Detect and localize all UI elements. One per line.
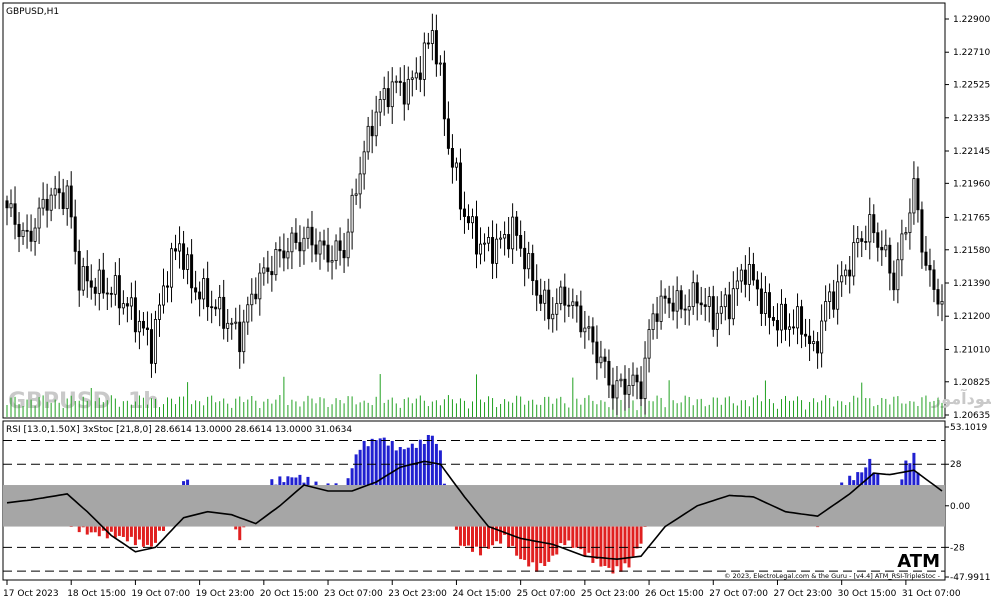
price-tick-label: 1.21200 xyxy=(953,312,990,322)
price-tick-label: 1.21765 xyxy=(953,213,990,223)
time-tick-label: 23 Oct 23:00 xyxy=(388,589,447,599)
price-tick-label: 1.21580 xyxy=(953,246,990,256)
time-tick-label: 26 Oct 15:00 xyxy=(645,589,704,599)
time-tick-label: 24 Oct 15:00 xyxy=(452,589,511,599)
price-tick-label: 1.20635 xyxy=(953,411,990,421)
time-tick-label: 27 Oct 23:00 xyxy=(773,589,832,599)
price-tick-label: 1.21010 xyxy=(953,345,990,355)
time-tick-label: 30 Oct 15:00 xyxy=(838,589,897,599)
price-axis: 1.22900 1.22710 1.22525 1.22335 1.22145 1.219… xyxy=(945,15,990,421)
indicator-tick-label: 28 xyxy=(950,460,962,470)
time-tick-label: 31 Oct 07:00 xyxy=(902,589,961,599)
price-tick-label: 1.22335 xyxy=(953,114,990,124)
time-axis: 17 Oct 2023 18 Oct 15:00 19 Oct 07:00 19 Oc… xyxy=(3,580,961,599)
mt4-chart[interactable]: GBPUSD 1h انتشار در سایت سودآموز 1.22900… xyxy=(0,0,991,605)
time-tick-label: 20 Oct 15:00 xyxy=(260,589,319,599)
indicator-tick-label: 53.1019 xyxy=(950,423,987,433)
price-tick-label: 1.22145 xyxy=(953,147,990,157)
indicator-copyright: © 2023, ElectroLegal.com & the Guru - [v… xyxy=(724,572,941,580)
time-tick-label: 25 Oct 07:00 xyxy=(517,589,576,599)
time-tick-label: 17 Oct 2023 xyxy=(3,589,59,599)
time-tick-label: 18 Oct 15:00 xyxy=(67,589,126,599)
time-tick-label: 23 Oct 07:00 xyxy=(324,589,383,599)
indicator-title: RSI [13.0,1.50X] 3xStoc [21,8,0] 28.6614… xyxy=(6,425,352,435)
gray-band xyxy=(3,485,945,527)
time-tick-label: 19 Oct 23:00 xyxy=(196,589,255,599)
indicator-tick-label: -28 xyxy=(950,543,965,553)
price-tick-label: 1.21960 xyxy=(953,179,990,189)
indicator-brand: ATM xyxy=(897,551,940,572)
price-tick-label: 1.20825 xyxy=(953,378,990,388)
time-tick-label: 19 Oct 07:00 xyxy=(131,589,190,599)
price-tick-label: 1.22525 xyxy=(953,81,990,91)
indicator-gray-band xyxy=(3,485,945,527)
watermark-site-text: انتشار در سایت سودآموز xyxy=(931,388,991,408)
price-pane-frame[interactable] xyxy=(2,2,946,419)
price-tick-label: 1.22710 xyxy=(953,48,990,58)
symbol-label: GBPUSD,H1 xyxy=(6,7,59,17)
indicator-axis: 53.1019 28 0.00 -28 -47.9911 xyxy=(945,423,990,583)
time-tick-label: 27 Oct 07:00 xyxy=(709,589,768,599)
price-tick-label: 1.22900 xyxy=(953,15,990,25)
price-tick-label: 1.21390 xyxy=(953,279,990,289)
indicator-tick-label: -47.9911 xyxy=(950,573,990,583)
indicator-tick-label: 0.00 xyxy=(950,502,970,512)
time-tick-label: 25 Oct 23:00 xyxy=(581,589,640,599)
